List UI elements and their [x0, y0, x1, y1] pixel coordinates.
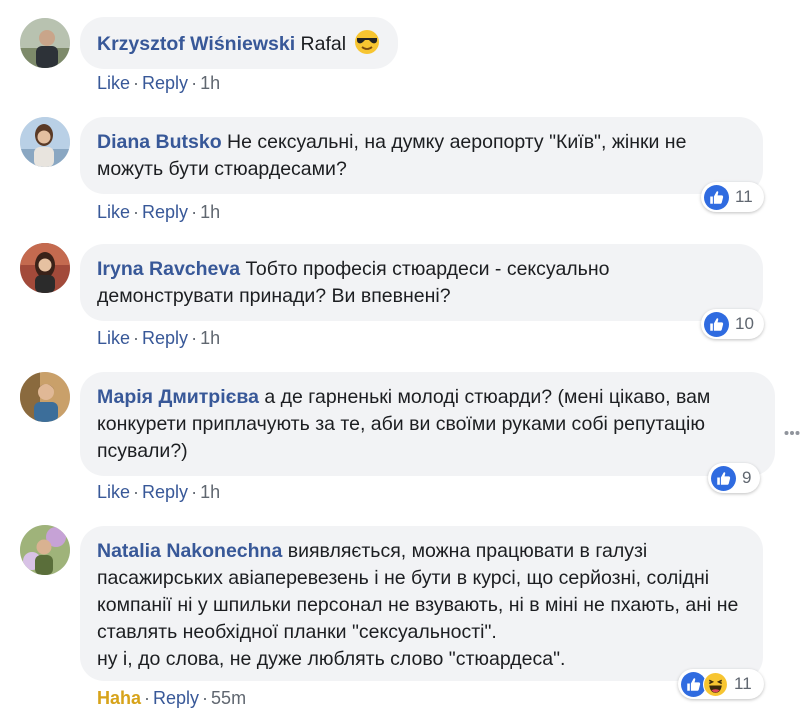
avatar[interactable] [20, 117, 70, 167]
haha-reaction-link[interactable]: Haha [97, 688, 141, 708]
like-link[interactable]: Like [97, 73, 130, 93]
timestamp[interactable]: 55m [211, 688, 246, 708]
like-icon [704, 184, 729, 210]
reaction-count: 11 [735, 187, 753, 206]
comment-bubble: Krzysztof Wiśniewski Rafal [80, 17, 398, 69]
avatar[interactable] [20, 243, 70, 293]
comment-author[interactable]: Natalia Nakonechna [97, 540, 282, 562]
comment-text: Rafal [300, 33, 347, 55]
comment-bubble: Diana Butsko Не сексуальні, на думку аер… [80, 117, 763, 194]
haha-icon [703, 671, 728, 697]
comment-author[interactable]: Марія Дмитрієва [97, 386, 259, 408]
reaction-summary[interactable]: 11 [701, 182, 764, 212]
timestamp[interactable]: 1h [200, 73, 220, 93]
like-icon [704, 311, 729, 337]
comment-actions: Like · Reply · 1h [97, 482, 221, 502]
timestamp[interactable]: 1h [200, 202, 220, 222]
comment-bubble: Марія Дмитрієва а де гарненькі молоді ст… [80, 372, 775, 476]
reaction-summary[interactable]: 10 [701, 309, 764, 339]
comment-author[interactable]: Iryna Ravcheva [97, 258, 240, 280]
comment-actions: Like · Reply · 1h [97, 328, 221, 348]
comment-author[interactable]: Diana Butsko [97, 131, 222, 153]
like-link[interactable]: Like [97, 482, 130, 502]
reaction-count: 11 [734, 674, 752, 693]
timestamp[interactable]: 1h [200, 328, 220, 348]
avatar[interactable] [20, 372, 70, 422]
reply-link[interactable]: Reply [142, 202, 188, 222]
more-options-icon[interactable] [784, 423, 800, 435]
reaction-summary[interactable]: 11 [678, 669, 764, 699]
comment-bubble: Iryna Ravcheva Тобто професія стюардеси … [80, 244, 763, 321]
avatar[interactable] [20, 18, 70, 68]
like-icon [711, 465, 736, 491]
like-link[interactable]: Like [97, 328, 130, 348]
reply-link[interactable]: Reply [142, 482, 188, 502]
comment-actions: Like · Reply · 1h [97, 73, 221, 93]
avatar[interactable] [20, 525, 70, 575]
comment-actions: Like · Reply · 1h [97, 202, 221, 222]
comment-author[interactable]: Krzysztof Wiśniewski [97, 33, 295, 55]
reaction-count: 10 [735, 314, 754, 333]
timestamp[interactable]: 1h [200, 482, 220, 502]
comment-text-continued: ну і, до слова, не дуже люблять слово "с… [97, 648, 566, 670]
reply-link[interactable]: Reply [142, 73, 188, 93]
reaction-count: 9 [742, 468, 752, 487]
reply-link[interactable]: Reply [142, 328, 188, 348]
reply-link[interactable]: Reply [153, 688, 199, 708]
reaction-summary[interactable]: 9 [708, 463, 760, 493]
comment-bubble: Natalia Nakonechna виявляється, можна пр… [80, 526, 763, 681]
comment-actions: Haha · Reply · 55m [97, 688, 247, 708]
like-link[interactable]: Like [97, 202, 130, 222]
sunglasses-emoji [354, 29, 380, 63]
